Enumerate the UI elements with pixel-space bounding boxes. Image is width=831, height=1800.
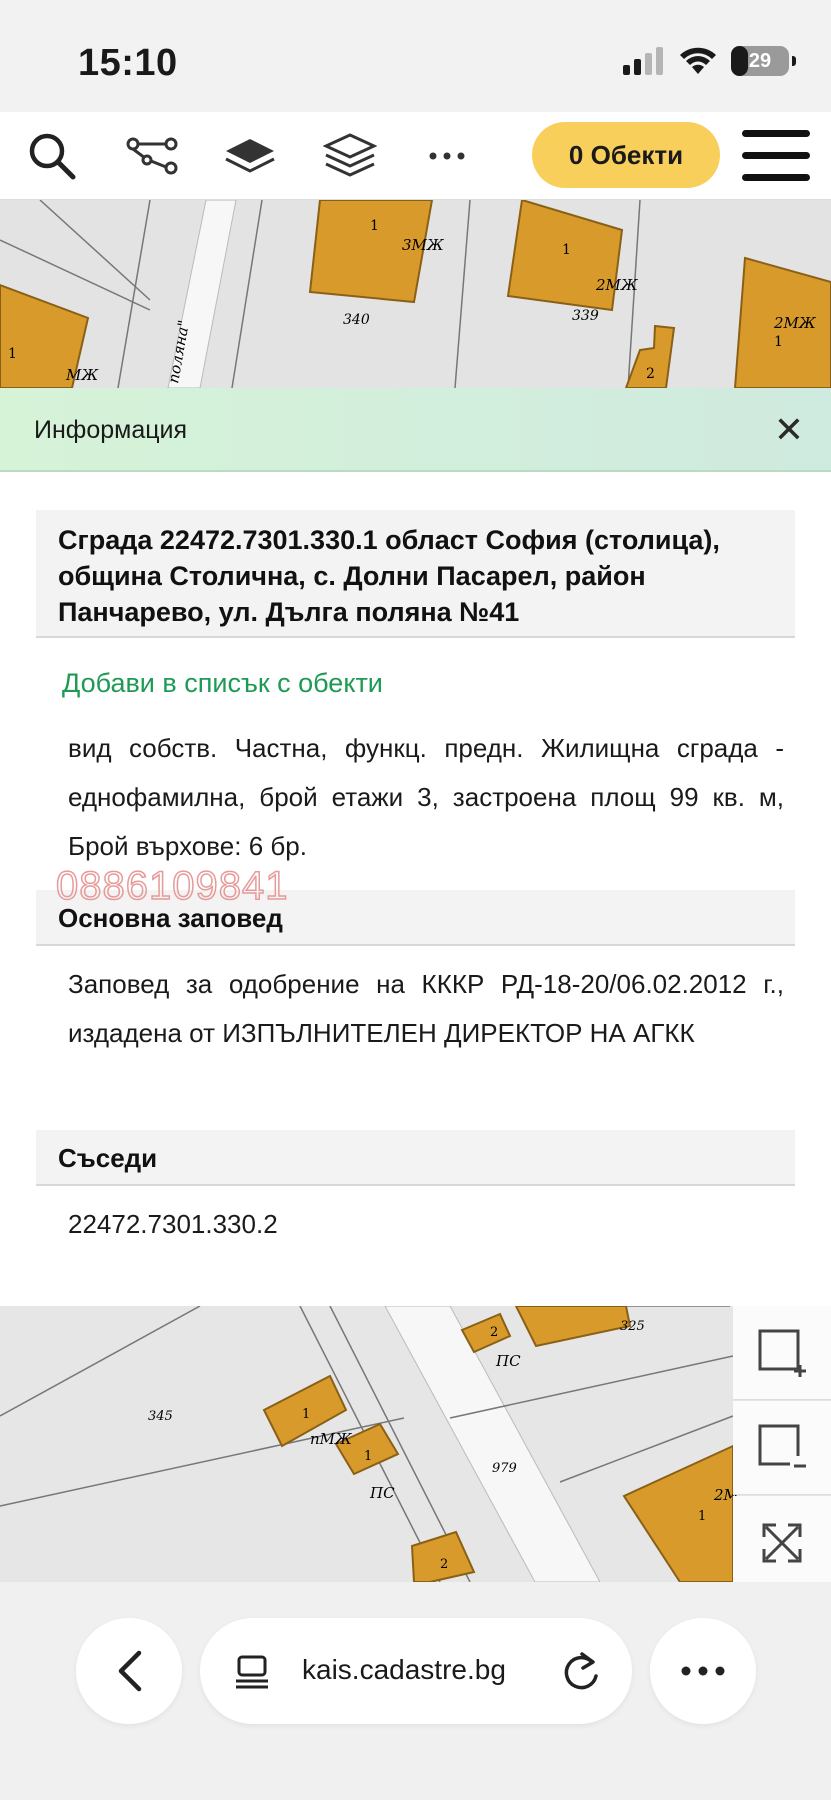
status-icons: 29 xyxy=(623,46,796,76)
browser-more-button[interactable] xyxy=(650,1618,756,1724)
fullscreen-icon xyxy=(762,1523,802,1563)
order-text: Заповед за одобрение на КККР РД-18-20/06… xyxy=(68,969,784,1048)
status-time: 15:10 xyxy=(78,42,178,84)
map-label: 339 xyxy=(572,308,599,324)
map-label: 1 xyxy=(698,1509,706,1524)
url-text: kais.cadastre.bg xyxy=(302,1654,506,1685)
map-label: 1 xyxy=(8,346,17,362)
map-label: 2 xyxy=(646,366,655,382)
map-label: 2МЖ xyxy=(595,276,639,294)
map-view-top[interactable]: 1 3МЖ 340 1 2МЖ 339 1 МЖ поляна" 2 1 2МЖ xyxy=(0,200,831,388)
route-icon xyxy=(126,137,178,175)
building-title: Сграда 22472.7301.330.1 област София (ст… xyxy=(36,510,795,638)
map-label: 325 xyxy=(620,1319,645,1334)
objects-button[interactable]: 0 Обекти xyxy=(532,122,720,188)
select-area-add-icon xyxy=(758,1329,806,1377)
neighbors-heading: Съседи xyxy=(36,1130,795,1186)
route-button[interactable] xyxy=(112,112,192,200)
add-to-objects-link[interactable]: Добави в списък с обекти xyxy=(62,668,383,699)
battery-fill xyxy=(731,46,748,76)
map-label: 345 xyxy=(148,1409,173,1424)
reload-icon[interactable] xyxy=(562,1650,602,1692)
map-label: 3МЖ xyxy=(402,236,445,254)
search-button[interactable] xyxy=(12,112,92,200)
info-header: Информация ✕ xyxy=(0,388,831,472)
back-button[interactable] xyxy=(76,1618,182,1724)
map-label: 1 xyxy=(364,1449,372,1464)
browser-bar: kais.cadastre.bg xyxy=(0,1582,831,1800)
map-label: ПС xyxy=(369,1484,395,1502)
back-chevron-icon xyxy=(118,1650,142,1692)
map-label: МЖ xyxy=(65,366,99,384)
map-label: 2МЖ xyxy=(773,314,817,332)
map-view-bottom[interactable]: 2 ПС 325 345 1 пМЖ 1 ПС 979 2 1 2М xyxy=(0,1306,831,1582)
reader-icon[interactable] xyxy=(234,1654,270,1690)
map-label: 2 xyxy=(490,1325,498,1340)
url-bar[interactable]: kais.cadastre.bg xyxy=(200,1618,632,1724)
battery-icon: 29 xyxy=(731,46,796,76)
select-area-remove-button[interactable] xyxy=(733,1401,831,1495)
close-icon: ✕ xyxy=(773,409,805,450)
more-dots-icon xyxy=(681,1666,725,1676)
info-panel: Сграда 22472.7301.330.1 област София (ст… xyxy=(0,472,831,1306)
phone-watermark: 0886109841 xyxy=(55,863,289,909)
layers-stack-icon xyxy=(323,133,377,177)
map-label: 1 xyxy=(562,242,571,258)
layers-stack-button[interactable] xyxy=(310,112,390,200)
map-label: ПС xyxy=(495,1352,521,1370)
neighbor-link[interactable]: 22472.7301.330.2 xyxy=(68,1200,784,1249)
map-label: 2 xyxy=(440,1557,448,1572)
select-area-add-button[interactable] xyxy=(733,1306,831,1400)
map-label: 1 xyxy=(370,218,379,234)
select-area-remove-icon xyxy=(758,1424,806,1467)
fullscreen-button[interactable] xyxy=(733,1496,831,1582)
status-bar: 15:10 29 xyxy=(0,0,831,112)
cellular-signal-icon xyxy=(623,47,663,75)
wifi-icon xyxy=(680,47,716,74)
map-label: 1 xyxy=(774,334,783,350)
battery-level: 29 xyxy=(748,49,772,72)
map-toolbar: 0 Обекти xyxy=(0,112,831,200)
layer-icon xyxy=(225,139,275,173)
hamburger-menu-icon xyxy=(742,130,810,137)
map-label: 979 xyxy=(492,1461,517,1476)
cadastral-map-top: 1 3МЖ 340 1 2МЖ 339 1 МЖ поляна" 2 1 2МЖ xyxy=(0,200,831,388)
hamburger-menu-button[interactable] xyxy=(742,130,810,182)
layer-button[interactable] xyxy=(210,112,290,200)
map-label: пМЖ xyxy=(310,1430,353,1448)
map-label: 340 xyxy=(343,312,370,328)
building-details: вид собств. Частна, функц. предн. Жилищн… xyxy=(68,733,784,861)
search-icon xyxy=(29,133,76,180)
info-title: Информация xyxy=(34,416,188,444)
map-label: 1 xyxy=(302,1407,310,1422)
more-tools-button[interactable] xyxy=(407,112,487,200)
close-button[interactable]: ✕ xyxy=(765,406,813,454)
cadastral-map-bottom: 2 ПС 325 345 1 пМЖ 1 ПС 979 2 1 2М xyxy=(0,1306,831,1582)
more-icon xyxy=(429,152,465,160)
